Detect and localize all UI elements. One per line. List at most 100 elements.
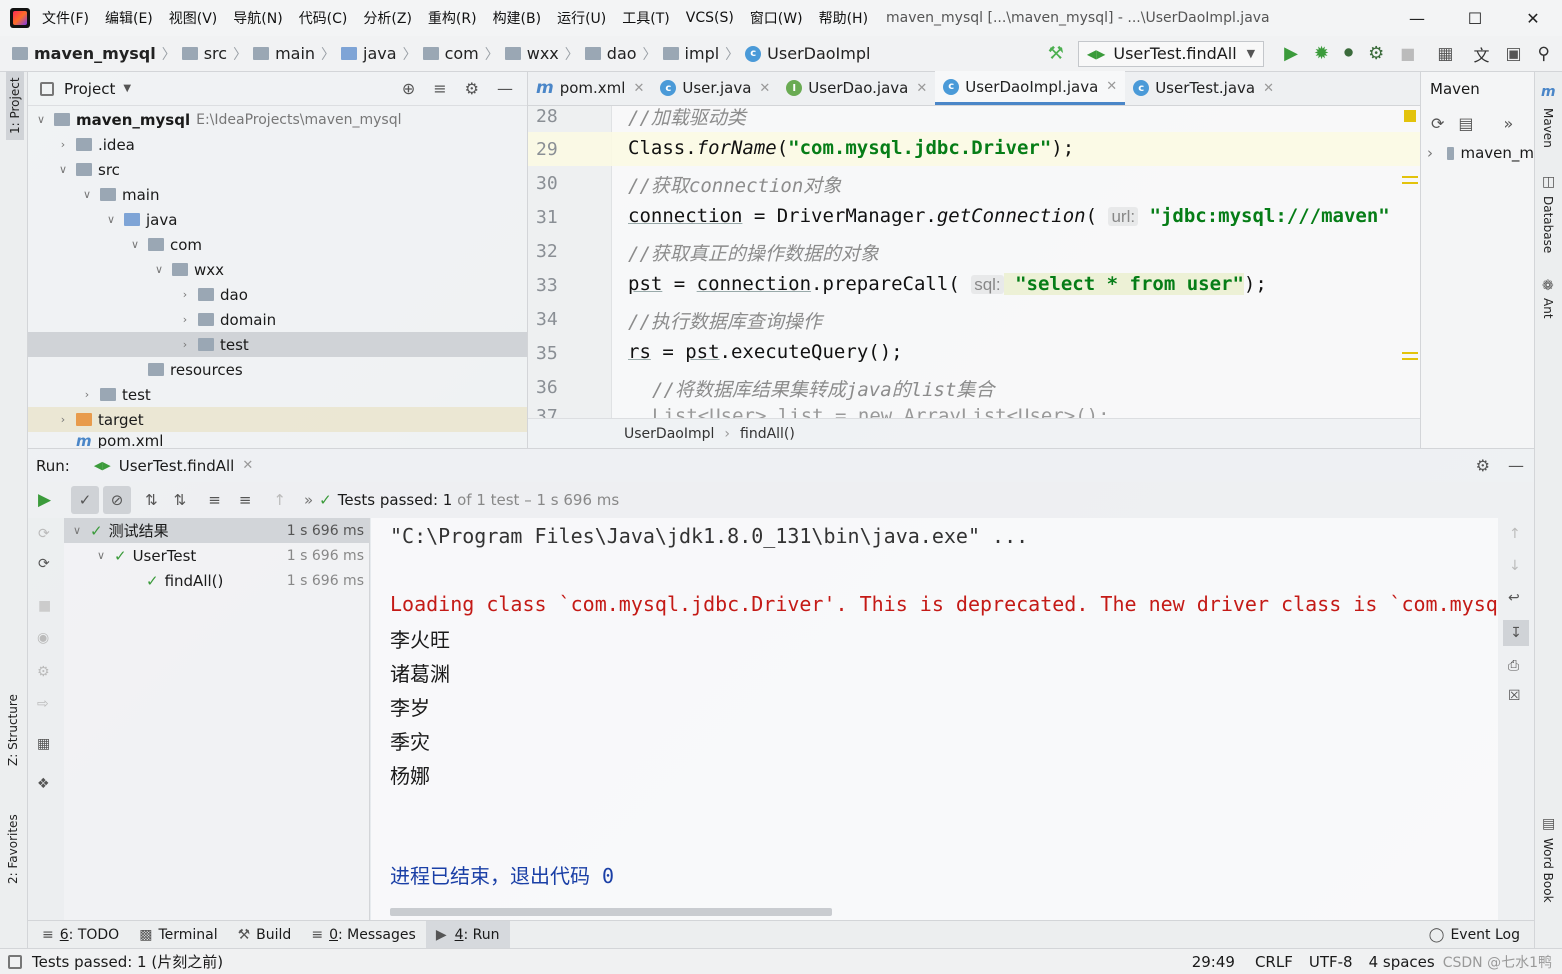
crumb-userdaoimpl[interactable]: c UserDaoImpl xyxy=(745,44,870,63)
caret-position[interactable]: 29:49 xyxy=(1192,953,1235,971)
show-ignored-icon[interactable]: ⊘ xyxy=(103,486,132,514)
debug-icon[interactable]: ✹ xyxy=(1314,43,1329,64)
tab-userdao[interactable]: I UserDao.java ✕ xyxy=(778,71,935,105)
rerun-failed-icon[interactable]: ⟳ xyxy=(38,526,50,542)
tree-item-target[interactable]: › target xyxy=(28,407,527,432)
console-horizontal-scrollbar[interactable] xyxy=(390,908,832,916)
menu-analyze[interactable]: 分析(Z) xyxy=(363,8,420,28)
close-tab-icon[interactable]: ✕ xyxy=(242,458,253,473)
soft-wrap-icon[interactable]: ↩ xyxy=(1508,590,1520,606)
menu-edit[interactable]: 编辑(E) xyxy=(105,8,161,28)
terminal-tab[interactable]: ▩ Terminal xyxy=(129,921,227,949)
test-class[interactable]: ∨ ✓ UserTest 1 s 696 ms xyxy=(64,543,369,568)
messages-tab[interactable]: ≡ 0: Messages xyxy=(301,921,425,949)
tree-item-com[interactable]: ∨ com xyxy=(28,232,527,257)
hammer-icon[interactable]: ⚒ xyxy=(1048,43,1064,64)
gear-icon[interactable]: ⚙ xyxy=(465,79,479,98)
down-arrow-icon[interactable]: ↓ xyxy=(1509,558,1521,574)
collapse-all-icon[interactable]: ≡ xyxy=(239,491,252,509)
reload-icon[interactable]: ⟳ xyxy=(1431,114,1444,133)
sort-alpha-icon[interactable]: ⇅ xyxy=(145,491,158,509)
expand-all-icon[interactable]: ≡ xyxy=(208,491,221,509)
locate-icon[interactable]: ⊕ xyxy=(402,79,415,98)
favorites-tool-button[interactable]: 2: Favorites xyxy=(6,814,20,884)
previous-test-icon[interactable]: ↑ xyxy=(273,491,286,509)
tab-usertest[interactable]: c UserTest.java ✕ xyxy=(1125,71,1282,105)
build-tab[interactable]: ⚒ Build xyxy=(228,921,302,949)
close-tab-icon[interactable]: ✕ xyxy=(633,81,644,96)
breadcrumb-class[interactable]: UserDaoImpl xyxy=(624,426,714,442)
tree-root[interactable]: ∨ maven_mysql E:\IdeaProjects\maven_mysql xyxy=(28,107,527,132)
menu-tools[interactable]: 工具(T) xyxy=(622,8,677,28)
line-separator[interactable]: CRLF xyxy=(1255,953,1293,971)
structure-tool-button[interactable]: Z: Structure xyxy=(6,694,20,766)
close-window-button[interactable]: ✕ xyxy=(1504,0,1562,36)
profile-icon[interactable]: ⚙ xyxy=(1368,43,1384,64)
run-tab[interactable]: ◀▶ UserTest.findAll ✕ xyxy=(94,457,253,475)
test-root[interactable]: ∨ ✓ 测试结果 1 s 696 ms xyxy=(64,518,369,543)
tree-item-wxx[interactable]: ∨ wxx xyxy=(28,257,527,282)
menu-view[interactable]: 视图(V) xyxy=(169,8,226,28)
exit-icon[interactable]: ⇨ xyxy=(37,696,49,712)
stop-icon[interactable]: ■ xyxy=(1400,44,1415,63)
settings-icon[interactable]: ⚙ xyxy=(37,664,50,680)
toggle-auto-test-icon[interactable]: ⟳ xyxy=(38,556,50,572)
crumb-java[interactable]: java xyxy=(341,44,397,63)
tree-item-java[interactable]: ∨ java xyxy=(28,207,527,232)
breadcrumb-method[interactable]: findAll() xyxy=(740,426,795,442)
error-stripe-mark[interactable] xyxy=(1402,176,1418,184)
test-method[interactable]: ✓ findAll() 1 s 696 ms xyxy=(64,568,369,593)
hide-icon[interactable]: — xyxy=(497,79,513,98)
tree-item-src[interactable]: ∨ src xyxy=(28,157,527,182)
database-tool-button[interactable]: Database xyxy=(1541,196,1555,253)
collapse-all-icon[interactable]: ≡ xyxy=(433,79,446,98)
menu-refactor[interactable]: 重构(R) xyxy=(428,8,485,28)
crumb-main[interactable]: main xyxy=(253,44,315,63)
pin-icon[interactable]: ❖ xyxy=(37,776,50,792)
close-tab-icon[interactable]: ✕ xyxy=(916,81,927,96)
menu-help[interactable]: 帮助(H) xyxy=(819,8,876,28)
more-icon[interactable]: » xyxy=(1504,114,1514,133)
coverage-icon[interactable]: ⚫ xyxy=(1341,43,1356,64)
gear-icon[interactable]: ⚙ xyxy=(1476,456,1490,475)
tree-item-domain[interactable]: › domain xyxy=(28,307,527,332)
ant-tool-button[interactable]: Ant xyxy=(1541,298,1555,319)
wordbook-tool-button[interactable]: Word Book xyxy=(1541,838,1555,903)
menu-file[interactable]: 文件(F) xyxy=(42,8,97,28)
presentation-icon[interactable]: ▣ xyxy=(1505,44,1521,64)
tree-item-idea[interactable]: › .idea xyxy=(28,132,527,157)
todo-tab[interactable]: ≡ 6: TODO xyxy=(32,921,129,949)
menu-build[interactable]: 构建(B) xyxy=(493,8,550,28)
indent-setting[interactable]: 4 spaces xyxy=(1369,953,1435,971)
tab-userdaoimpl[interactable]: c UserDaoImpl.java ✕ xyxy=(935,71,1126,105)
stop-icon[interactable]: ■ xyxy=(38,598,51,614)
up-arrow-icon[interactable]: ↑ xyxy=(1509,526,1521,542)
search-icon[interactable]: ⚲ xyxy=(1538,44,1550,64)
tab-pom[interactable]: m pom.xml ✕ xyxy=(528,71,652,105)
crumb-src[interactable]: src xyxy=(181,44,227,63)
run-tab-button[interactable]: ▶ 4: Run xyxy=(425,920,510,949)
event-log-tab[interactable]: ◯ Event Log xyxy=(1419,921,1530,949)
tree-item-dao[interactable]: › dao xyxy=(28,282,527,307)
print-icon[interactable]: ⎙ xyxy=(1508,658,1519,674)
tree-item-test[interactable]: › test xyxy=(28,382,527,407)
close-tab-icon[interactable]: ✕ xyxy=(1106,79,1117,94)
minimize-button[interactable]: — xyxy=(1388,0,1446,36)
run-config-select[interactable]: ◀▶ UserTest.findAll ▼ xyxy=(1077,40,1265,67)
tree-item-resources[interactable]: resources xyxy=(28,357,527,382)
add-maven-project-icon[interactable]: ▤ xyxy=(1458,114,1473,133)
chevron-down-icon[interactable]: ▼ xyxy=(123,83,131,94)
more-icon[interactable]: » xyxy=(304,491,313,509)
rerun-icon[interactable]: ▶ xyxy=(38,490,51,510)
crumb-com[interactable]: com xyxy=(422,44,479,63)
scroll-to-end-icon[interactable]: ↧ xyxy=(1503,620,1529,646)
menu-code[interactable]: 代码(C) xyxy=(299,8,356,28)
menu-run[interactable]: 运行(U) xyxy=(557,8,614,28)
project-view-select[interactable]: Project xyxy=(64,80,115,98)
console-output[interactable]: "C:\Program Files\Java\jdk1.8.0_131\bin\… xyxy=(371,518,1498,920)
layout-icon[interactable]: ▦ xyxy=(37,736,50,752)
toggle-tool-windows-icon[interactable] xyxy=(8,954,22,969)
trash-icon[interactable]: ☒ xyxy=(1508,688,1521,704)
crumb-dao[interactable]: dao xyxy=(584,44,637,63)
maven-project-item[interactable]: › maven_m xyxy=(1421,140,1534,166)
